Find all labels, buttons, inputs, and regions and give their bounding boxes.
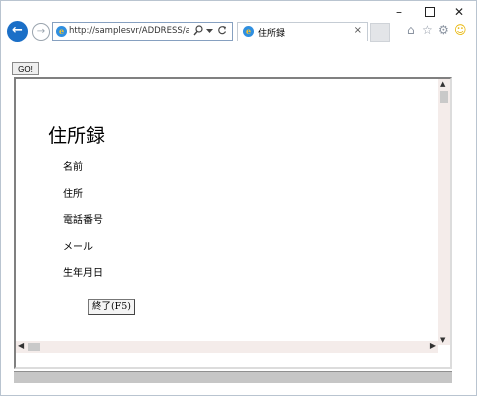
back-button[interactable]: ← <box>7 21 28 42</box>
field-label-address: 住所 <box>63 189 83 200</box>
tab-address-book[interactable]: e 住所録 × <box>237 22 368 41</box>
scroll-left-icon[interactable]: ◀ <box>18 341 24 350</box>
maximize-icon <box>425 7 435 17</box>
content-frame: 住所録 名前 住所 電話番号 メール 生年月日 終了(F5) ▲ ▼ ◀ ▶ <box>14 77 452 369</box>
horizontal-scrollbar[interactable]: ◀ ▶ <box>16 341 438 353</box>
home-icon[interactable]: ⌂ <box>407 23 415 37</box>
scroll-right-icon[interactable]: ▶ <box>430 341 436 350</box>
scroll-thumb[interactable] <box>440 91 448 103</box>
close-window-button[interactable]: ✕ <box>444 4 474 20</box>
field-label-phone: 電話番号 <box>63 215 103 226</box>
status-bar <box>14 371 452 383</box>
minimize-button[interactable]: – <box>384 4 414 20</box>
field-label-birthdate: 生年月日 <box>63 268 103 279</box>
scroll-down-icon[interactable]: ▼ <box>440 336 445 344</box>
smiley-icon[interactable]: ☺ <box>454 23 467 37</box>
end-button[interactable]: 終了(F5) <box>88 299 135 315</box>
forward-button[interactable]: → <box>32 23 50 41</box>
new-tab-button[interactable] <box>370 23 390 42</box>
field-label-email: メール <box>63 242 93 253</box>
maximize-button[interactable] <box>415 4 445 20</box>
ie-icon: e <box>56 26 67 37</box>
scroll-thumb[interactable] <box>28 343 40 351</box>
scroll-up-icon[interactable]: ▲ <box>440 80 445 88</box>
tab-title: 住所録 <box>258 29 286 39</box>
search-icon[interactable] <box>193 25 203 39</box>
favorites-icon[interactable]: ☆ <box>422 23 433 37</box>
address-bar[interactable]: e http://samplesvr/ADDRESS/address.ht <box>52 22 233 41</box>
gear-icon[interactable]: ⚙ <box>438 23 449 37</box>
ie-icon: e <box>243 26 254 37</box>
url-text[interactable]: http://samplesvr/ADDRESS/address.ht <box>69 26 189 36</box>
go-button[interactable]: GO! <box>12 62 39 75</box>
browser-window: – ✕ ← → e http://samplesvr/ADDRESS/addre… <box>0 0 477 396</box>
vertical-scrollbar[interactable]: ▲ ▼ <box>438 79 450 345</box>
close-tab-icon[interactable]: × <box>354 25 362 36</box>
field-label-name: 名前 <box>63 162 83 173</box>
chevron-down-icon[interactable] <box>206 27 213 37</box>
refresh-icon[interactable] <box>217 25 227 39</box>
page-title: 住所録 <box>48 125 106 147</box>
